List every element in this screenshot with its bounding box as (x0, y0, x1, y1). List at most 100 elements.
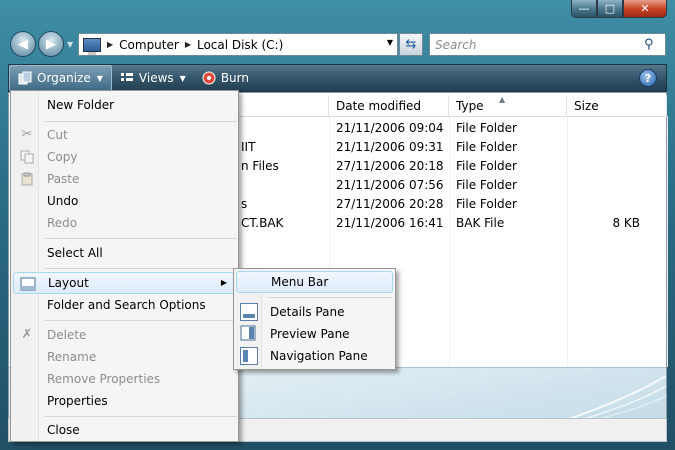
maximize-icon: □ (604, 2, 616, 15)
cell-date: 21/11/2006 09:31 (336, 140, 444, 154)
cell-date: 21/11/2006 09:04 (336, 121, 444, 135)
computer-icon (83, 37, 101, 55)
column-size[interactable]: Size (567, 95, 667, 117)
search-box: ⚲ (429, 33, 666, 56)
menu-separator (45, 121, 237, 122)
menu-separator (268, 297, 392, 298)
cell-date: 21/11/2006 07:56 (336, 178, 444, 192)
organize-menu: New Folder ✂ Cut Copy Paste Undo Redo Se… (10, 90, 239, 442)
cell-type: File Folder (456, 140, 517, 154)
layout-submenu: Menu Bar Details Pane Preview Pane Navig… (233, 268, 396, 370)
breadcrumb-separator-icon[interactable]: ▶ (105, 40, 115, 49)
organize-label: Organize (37, 71, 91, 85)
submenu-arrow-icon: ▶ (220, 278, 227, 287)
cell-name: IIT (241, 140, 256, 154)
breadcrumb-computer[interactable]: Computer (115, 38, 183, 52)
cell-name: n Files (241, 159, 279, 173)
menu-item-new-folder[interactable]: New Folder (13, 94, 236, 116)
help-button[interactable]: ? (639, 69, 657, 87)
column-date-modified[interactable]: Date modified (329, 95, 449, 117)
search-input[interactable] (430, 37, 640, 52)
menu-item-properties[interactable]: Properties (13, 390, 236, 412)
menu-item-cut-label: Cut (47, 128, 68, 142)
arrow-right-icon: ▶ (46, 36, 56, 52)
cell-date: 27/11/2006 20:28 (336, 197, 444, 211)
navigation-pane-icon (240, 347, 258, 365)
burn-button[interactable]: Burn (194, 65, 257, 91)
minimize-button[interactable]: — (571, 0, 597, 18)
menu-item-cut[interactable]: ✂ Cut (13, 124, 236, 146)
menu-separator (45, 238, 237, 239)
burn-disc-icon (202, 71, 216, 85)
arrow-left-icon: ◀ (18, 36, 28, 52)
sort-arrow-icon: ▲ (499, 95, 506, 104)
cell-date: 27/11/2006 20:18 (336, 159, 444, 173)
copy-icon (19, 149, 35, 165)
menu-item-details-pane[interactable]: Details Pane (236, 301, 393, 323)
menu-item-preview-pane-label: Preview Pane (270, 327, 350, 341)
burn-label: Burn (220, 71, 249, 85)
menu-separator (45, 416, 237, 417)
cell-size: 8 KB (612, 216, 640, 230)
close-icon: ✕ (640, 2, 650, 15)
close-window-button[interactable]: ✕ (623, 0, 667, 18)
cell-type: File Folder (456, 197, 517, 211)
scissors-icon: ✂ (21, 127, 33, 142)
menu-item-undo[interactable]: Undo (13, 190, 236, 212)
refresh-button[interactable]: ⇆ (399, 33, 423, 56)
address-dropdown-icon[interactable]: ▼ (387, 38, 393, 47)
menu-item-layout[interactable]: Layout ▶ (13, 272, 236, 294)
paste-icon (19, 171, 35, 187)
menu-separator (45, 320, 237, 321)
views-label: Views (138, 71, 174, 85)
chevron-down-icon: ▼ (67, 40, 74, 49)
menu-item-navigation-pane-label: Navigation Pane (270, 349, 368, 363)
menu-item-copy[interactable]: Copy (13, 146, 236, 168)
menu-item-paste[interactable]: Paste (13, 168, 236, 190)
menu-item-redo[interactable]: Redo (13, 212, 236, 234)
caption-buttons: — □ ✕ (571, 0, 667, 18)
cell-name: s (241, 197, 248, 211)
menu-item-folder-search-options[interactable]: Folder and Search Options (13, 294, 236, 316)
forward-button[interactable]: ▶ (38, 31, 64, 57)
search-icon[interactable]: ⚲ (644, 37, 660, 53)
column-type[interactable]: Type ▲ (449, 95, 567, 117)
menu-item-layout-label: Layout (48, 276, 89, 290)
preview-pane-icon (240, 325, 258, 343)
menu-item-paste-label: Paste (47, 172, 80, 186)
chevron-down-icon: ▼ (179, 73, 186, 83)
chevron-down-icon: ▼ (96, 73, 103, 83)
menu-item-menu-bar[interactable]: Menu Bar (236, 271, 393, 293)
back-button[interactable]: ◀ (10, 31, 36, 57)
menu-item-select-all[interactable]: Select All (13, 242, 236, 264)
refresh-icon: ⇆ (405, 37, 417, 52)
views-button[interactable]: Views ▼ (112, 65, 194, 91)
organize-button[interactable]: Organize ▼ (9, 65, 112, 91)
cell-type: BAK File (456, 216, 505, 230)
title-bar: — □ ✕ (0, 0, 675, 24)
menu-item-rename[interactable]: Rename (13, 346, 236, 368)
menu-item-navigation-pane[interactable]: Navigation Pane (236, 345, 393, 367)
help-icon: ? (644, 71, 652, 85)
menu-item-copy-label: Copy (47, 150, 78, 164)
menu-item-remove-properties[interactable]: Remove Properties (13, 368, 236, 390)
layout-icon (20, 276, 36, 292)
breadcrumb-separator-icon[interactable]: ▶ (183, 40, 193, 49)
menu-item-delete[interactable]: ✗ Delete (13, 324, 236, 346)
menu-item-close[interactable]: Close (13, 419, 236, 441)
address-row: ◀ ▶ ▼ ▶ Computer ▶ Local Disk (C:) ▼ ⇆ ⚲ (0, 26, 675, 62)
command-bar: Organize ▼ Views ▼ Burn ? (8, 64, 667, 92)
recent-pages-dropdown[interactable]: ▼ (67, 40, 73, 49)
menu-item-preview-pane[interactable]: Preview Pane (236, 323, 393, 345)
breadcrumb-local-disk[interactable]: Local Disk (C:) (193, 38, 287, 52)
cell-type: File Folder (456, 121, 517, 135)
address-bar[interactable]: ▶ Computer ▶ Local Disk (C:) ▼ (78, 33, 398, 56)
cell-name: CT.BAK (241, 216, 284, 230)
cell-date: 21/11/2006 16:41 (336, 216, 444, 230)
cell-type: File Folder (456, 159, 517, 173)
minimize-icon: — (578, 2, 590, 15)
cell-type: File Folder (456, 178, 517, 192)
maximize-button[interactable]: □ (597, 0, 623, 18)
details-pane-icon (240, 303, 258, 321)
menu-item-delete-label: Delete (47, 328, 87, 342)
